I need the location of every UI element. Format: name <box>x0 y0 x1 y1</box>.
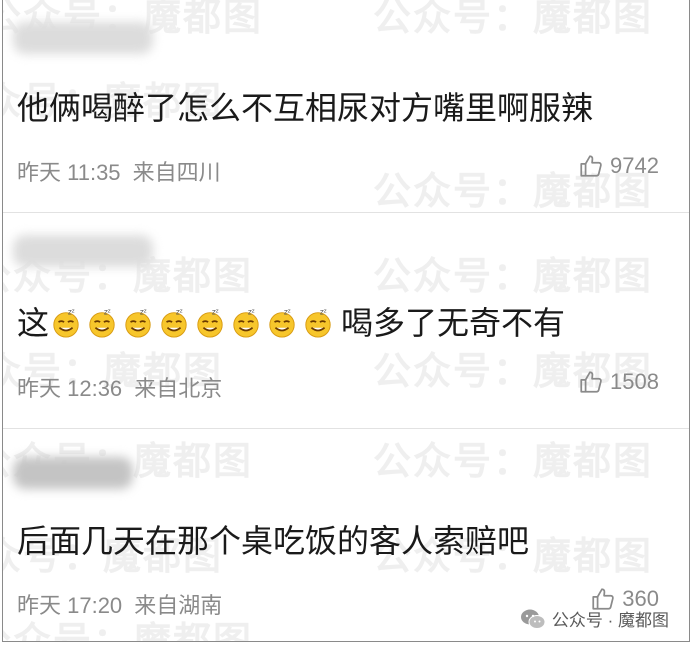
like-button[interactable]: 1508 <box>578 369 659 395</box>
comment-meta: 昨天 12:36 来自北京 <box>17 371 228 403</box>
svg-text:z: z <box>252 309 255 315</box>
brand-label: 公众号 · 魔都图 <box>551 611 669 630</box>
svg-text:z: z <box>144 309 147 315</box>
dizzy-smile-emoji: zz <box>89 308 115 338</box>
like-count: 1508 <box>610 369 659 394</box>
thumbs-up-icon <box>580 371 602 393</box>
svg-text:z: z <box>216 309 219 315</box>
dizzy-smile-emoji: zz <box>161 308 187 338</box>
comment-location: 来自四川 <box>132 160 221 185</box>
comment-list: 公众号：魔都图 公众号：魔都图 公众号：魔都图 公众号：魔都图 公众号：魔都图 … <box>2 0 690 642</box>
emoji-row: zzzzzzzzzzzzzzzz <box>51 308 339 338</box>
like-count: 9742 <box>610 153 659 178</box>
comment-meta: 昨天 17:20 来自湖南 <box>17 588 228 620</box>
comment-text-before: 这 <box>17 304 50 342</box>
comment-item: 这 zzzzzzzzzzzzzzzz 喝多了无奇不有 昨天 12:36 来自北京… <box>3 213 689 428</box>
comment-time: 昨天 11:35 <box>17 160 121 185</box>
wechat-icon <box>520 609 546 629</box>
comment-item: 他俩喝醉了怎么不互相尿对方嘴里啊服辣 昨天 11:35 来自四川 9742 <box>3 0 689 212</box>
dizzy-smile-emoji: zz <box>269 308 295 338</box>
comment-text: 后面几天在那个桌吃饭的客人索赔吧 <box>17 522 530 560</box>
comment-text: 他俩喝醉了怎么不互相尿对方嘴里啊服辣 <box>17 89 594 127</box>
dizzy-smile-emoji: zz <box>305 308 331 338</box>
like-button[interactable]: 9742 <box>578 153 659 179</box>
blurred-username <box>13 457 133 489</box>
svg-text:z: z <box>72 309 75 315</box>
brand-watermark: 公众号 · 魔都图 <box>520 606 669 631</box>
comment-meta: 昨天 11:35 来自四川 <box>17 155 227 187</box>
svg-text:z: z <box>324 309 327 315</box>
svg-text:z: z <box>108 309 111 315</box>
dizzy-smile-emoji: zz <box>53 308 79 338</box>
comment-time: 昨天 17:20 <box>17 593 123 618</box>
thumbs-up-icon <box>580 155 602 177</box>
comment-time: 昨天 12:36 <box>17 376 123 401</box>
dizzy-smile-emoji: zz <box>125 308 151 338</box>
blurred-username <box>13 22 153 54</box>
comment-location: 来自湖南 <box>134 593 223 618</box>
blurred-username <box>13 235 153 267</box>
comment-text: 这 zzzzzzzzzzzzzzzz 喝多了无奇不有 <box>17 303 565 343</box>
svg-text:z: z <box>288 309 291 315</box>
comment-text-after: 喝多了无奇不有 <box>341 304 566 342</box>
dizzy-smile-emoji: zz <box>233 308 259 338</box>
comment-location: 来自北京 <box>134 376 223 401</box>
dizzy-smile-emoji: zz <box>197 308 223 338</box>
svg-text:z: z <box>180 309 183 315</box>
